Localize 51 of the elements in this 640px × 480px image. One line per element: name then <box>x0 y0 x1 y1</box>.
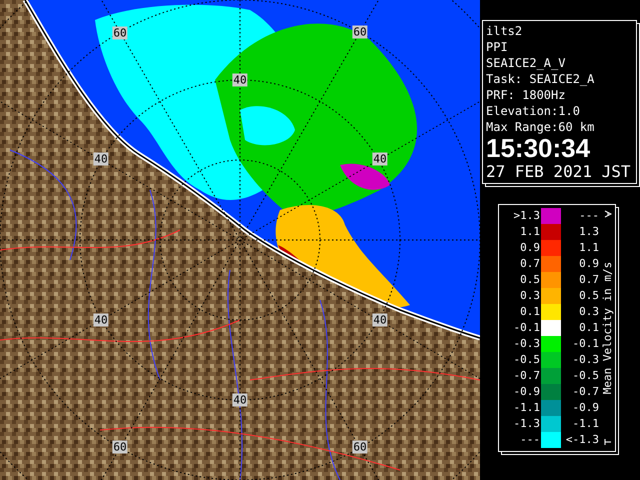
range-ring-label: 60 <box>112 440 128 454</box>
legend-value: 0.9 <box>519 240 541 256</box>
info-line: PRF: 1800Hz <box>486 87 566 103</box>
info-line: Elevation:1.0 <box>486 103 581 119</box>
legend-value: <-1.3 <box>564 432 599 448</box>
legend-value: 0.3 <box>519 288 541 304</box>
date-text: 27 FEB 2021 JST <box>486 161 630 182</box>
range-ring-label: 60 <box>112 26 128 40</box>
legend-value: 0.1 <box>578 320 599 336</box>
info-line: Task: SEAICE2_A <box>486 71 596 87</box>
range-ring-label: 40 <box>372 152 388 166</box>
range-ring-label: 40 <box>93 152 109 166</box>
range-ring-label: 60 <box>352 440 368 454</box>
time-text: 15:30:34 <box>486 135 592 161</box>
info-line: Max Range:60 km <box>486 119 596 135</box>
legend-value: -0.1 <box>572 336 599 352</box>
legend-value: 1.3 <box>578 224 599 240</box>
legend-title: Mean Velocity in m/s <box>602 262 614 394</box>
range-ring-label: 40 <box>93 314 109 326</box>
range-ring-label: 40 <box>372 314 388 326</box>
legend-value: -0.3 <box>512 336 541 352</box>
legend-value: --- <box>578 208 599 224</box>
range-ring-label: 40 <box>232 74 248 86</box>
info-line: PPI <box>486 39 509 55</box>
legend-value: 0.5 <box>519 272 541 288</box>
legend-value: 0.3 <box>578 304 599 320</box>
legend-value: -0.9 <box>572 400 599 416</box>
legend-value: 0.7 <box>578 272 599 288</box>
legend-value: -0.7 <box>572 384 599 400</box>
legend-value: --- <box>519 432 541 448</box>
info-line: ilts2 <box>486 23 524 39</box>
legend-value: -0.9 <box>512 384 541 400</box>
legend-value: >1.3 <box>512 208 541 224</box>
legend-value: -0.7 <box>512 368 541 384</box>
legend-value: -0.5 <box>512 352 541 368</box>
legend-value: 1.1 <box>519 224 541 240</box>
legend-value: -1.1 <box>572 416 599 432</box>
legend-value: 0.1 <box>519 304 541 320</box>
legend-value: 0.5 <box>578 288 599 304</box>
legend-value: -0.1 <box>512 320 541 336</box>
legend-value: 0.7 <box>519 256 541 272</box>
info-line: SEAICE2_A_V <box>486 55 566 71</box>
range-ring-label: 40 <box>232 394 248 406</box>
legend-value: 1.1 <box>578 240 599 256</box>
marker-icon <box>604 438 612 446</box>
legend-value: 0.9 <box>578 256 599 272</box>
legend-value: -0.3 <box>572 352 599 368</box>
legend-value: -1.1 <box>512 400 541 416</box>
legend-value: -0.5 <box>572 368 599 384</box>
range-ring-label: 60 <box>352 26 368 38</box>
legend-value: -1.3 <box>512 416 541 432</box>
